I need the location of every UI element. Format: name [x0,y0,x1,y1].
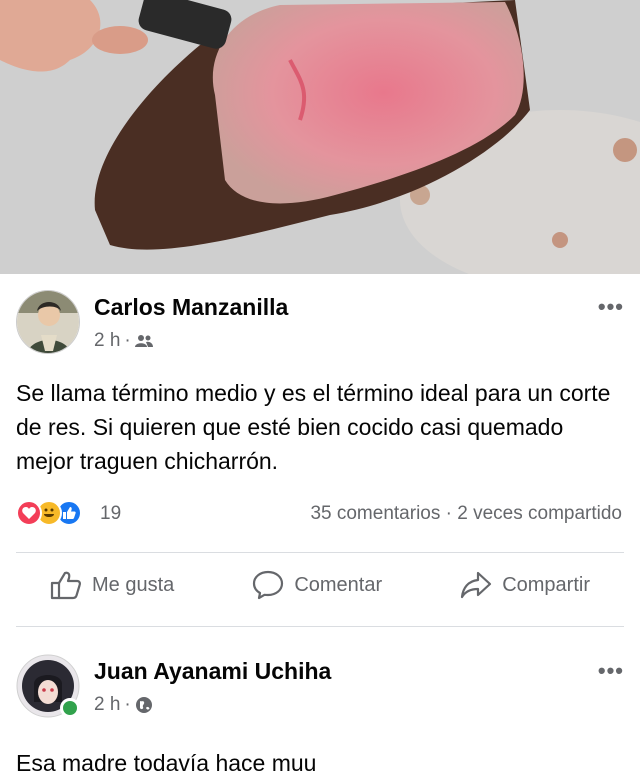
post-author[interactable]: Carlos Manzanilla [94,294,288,321]
share-count[interactable]: 2 veces compartido [457,503,622,524]
avatar-image-icon [17,291,79,353]
thumbs-up-icon [50,571,81,600]
post-meta: 2 h · [94,330,153,352]
avatar[interactable] [16,290,80,354]
post-header: Carlos Manzanilla 2 h · ••• [16,290,624,356]
post-author[interactable]: Juan Ayanami Uchiha [94,658,331,685]
post-stats: 35 comentarios · 2 veces compartido [310,503,622,525]
share-button[interactable]: Compartir [460,565,590,605]
action-bar: Me gusta Comentar Compartir [16,565,624,605]
post-card: Juan Ayanami Uchiha 2 h · ••• Esa madre … [0,628,640,776]
comment-button[interactable]: Comentar [252,565,382,605]
more-options-icon[interactable]: ••• [598,294,624,320]
post-meta: 2 h · [94,694,153,716]
post-photo[interactable] [0,0,640,274]
divider [16,626,624,627]
post-text: Se llama término medio y es el término i… [16,380,611,474]
comment-count[interactable]: 35 comentarios [310,503,440,524]
reactions-bar: 19 35 comentarios · 2 veces compartido [16,500,622,530]
reaction-icons[interactable] [16,500,82,526]
post-text: Esa madre todavía hace muu [16,750,317,776]
post-header: Juan Ayanami Uchiha 2 h · ••• [16,654,624,720]
online-status-indicator [60,698,80,718]
comment-label: Comentar [294,573,383,596]
more-options-icon[interactable]: ••• [598,658,624,684]
reaction-count[interactable]: 19 [100,503,121,525]
share-icon [461,571,492,599]
post-time[interactable]: 2 h [94,330,120,352]
meta-separator: · [124,694,131,715]
steak-photo-illustration [0,0,640,274]
avatar[interactable] [16,654,80,718]
meta-separator: · [124,330,131,351]
comment-icon [253,570,284,600]
stats-separator: · [445,503,452,524]
post-time[interactable]: 2 h [94,694,120,716]
globe-icon [135,697,152,713]
love-icon [16,500,42,526]
like-label: Me gusta [92,573,175,596]
friends-icon [134,335,153,347]
like-button[interactable]: Me gusta [50,565,174,605]
divider [16,552,624,553]
post-card: Carlos Manzanilla 2 h · ••• Se llama tér… [0,274,640,628]
share-label: Compartir [502,573,590,596]
